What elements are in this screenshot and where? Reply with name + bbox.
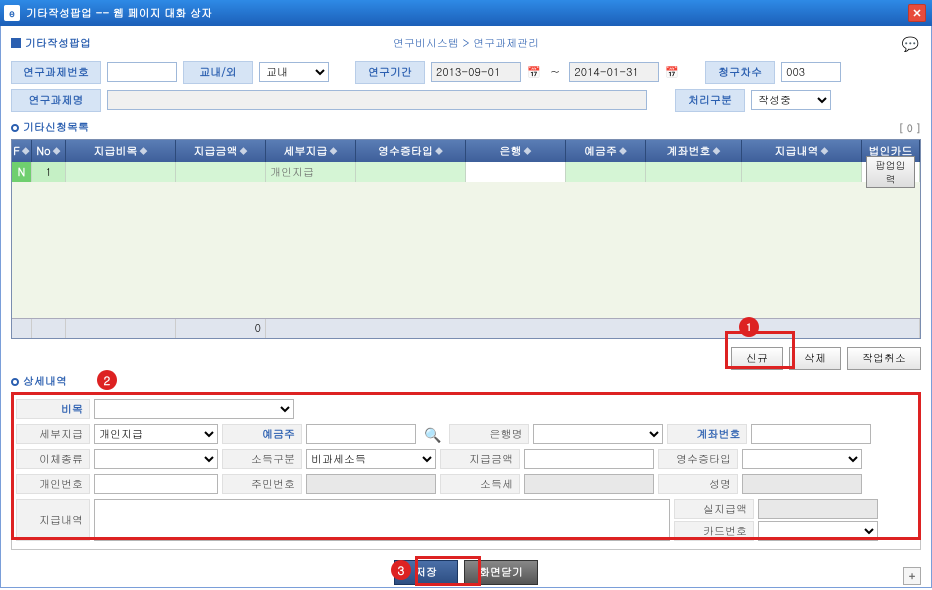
close-icon: ✕: [912, 6, 921, 21]
ie-icon: e: [4, 5, 20, 21]
desc-label: 지급내역: [16, 499, 90, 541]
amount-label: 지급금액: [440, 449, 520, 469]
search-icon[interactable]: 🔍: [420, 424, 445, 444]
ssn-input: [306, 474, 436, 494]
sub-pay-select[interactable]: 개인지급: [94, 424, 218, 444]
detail-form: 비목 세부지급 개인지급 예금주 🔍 은행명 계좌번호 이체종류 소득구분 비과…: [11, 393, 921, 550]
breadcrumb: 연구비시스템 > 연구과제관리: [393, 36, 539, 51]
window-titlebar: e 기타작성팝업 -- 웹 페이지 대화 상자 ✕: [0, 0, 932, 26]
receipt-type-select[interactable]: [742, 449, 862, 469]
amount-input[interactable]: [524, 449, 654, 469]
real-amount-input: [758, 499, 878, 519]
annotation-badge-3: 3: [391, 560, 411, 580]
title-bullet-icon: [11, 38, 21, 48]
grid-header: F◆ No◆ 지급비목◆ 지급금액◆ 세부지급◆ 영수증타입◆ 은행◆ 예금주◆…: [12, 140, 920, 162]
cell-amount: [176, 162, 266, 182]
bank-select[interactable]: [533, 424, 663, 444]
cell-item: [66, 162, 176, 182]
close-screen-button[interactable]: 화면닫기: [464, 560, 538, 585]
section-bullet-icon: [11, 378, 19, 386]
real-amount-label: 실지급액: [674, 499, 754, 519]
cell-flag: N: [12, 162, 32, 182]
annotation-badge-1: 1: [739, 317, 759, 337]
annotation-badge-2: 2: [97, 370, 117, 390]
name-input: [742, 474, 862, 494]
cancel-button[interactable]: 작업취소: [847, 347, 921, 370]
status-label: 처리구분: [675, 89, 745, 112]
col-receipt[interactable]: 영수증타입◆: [356, 140, 466, 162]
col-no[interactable]: No◆: [32, 140, 66, 162]
bill-seq-label: 청구차수: [705, 61, 775, 84]
expand-button[interactable]: +: [903, 567, 921, 585]
list-section-title: 기타신청목록: [23, 120, 89, 135]
holder-label: 예금주: [222, 424, 302, 444]
name-label: 성명: [658, 474, 738, 494]
ssn-label: 주민번호: [222, 474, 302, 494]
project-name-input: [107, 90, 647, 110]
window-close-button[interactable]: ✕: [908, 4, 926, 22]
footer-amount-total: 0: [176, 319, 266, 338]
col-desc[interactable]: 지급내역◆: [742, 140, 862, 162]
person-no-input[interactable]: [94, 474, 218, 494]
campus-select[interactable]: 교내: [259, 62, 329, 82]
cell-account: [646, 162, 742, 182]
income-type-select[interactable]: 비과세소득: [306, 449, 436, 469]
detail-section-title: 상세내역: [23, 374, 67, 389]
calendar-icon[interactable]: 📅: [665, 65, 679, 80]
request-grid: F◆ No◆ 지급비목◆ 지급금액◆ 세부지급◆ 영수증타입◆ 은행◆ 예금주◆…: [11, 139, 921, 339]
person-no-label: 개인번호: [16, 474, 90, 494]
item-label: 비목: [16, 399, 90, 419]
receipt-type-label: 영수증타입: [658, 449, 738, 469]
col-detail[interactable]: 세부지급◆: [266, 140, 356, 162]
cell-desc: [742, 162, 862, 182]
window-title: 기타작성팝업 -- 웹 페이지 대화 상자: [26, 6, 212, 21]
item-select[interactable]: [94, 399, 294, 419]
desc-textarea[interactable]: [94, 499, 670, 541]
delete-button[interactable]: 삭제: [789, 347, 841, 370]
section-bullet-icon: [11, 124, 19, 132]
income-type-label: 소득구분: [222, 449, 302, 469]
project-no-label: 연구과제번호: [11, 61, 101, 84]
project-name-label: 연구과제명: [11, 89, 101, 112]
tilde: ~: [547, 65, 564, 80]
grid-footer: 0: [12, 318, 920, 338]
col-item[interactable]: 지급비목◆: [66, 140, 176, 162]
tax-input: [524, 474, 654, 494]
period-label: 연구기간: [355, 61, 425, 84]
calendar-icon[interactable]: 📅: [527, 65, 541, 80]
period-to-input: [569, 62, 659, 82]
new-button[interactable]: 신규: [731, 347, 783, 370]
col-account[interactable]: 계좌번호◆: [646, 140, 742, 162]
comment-icon[interactable]: 💬: [902, 33, 919, 53]
bank-label: 은행명: [449, 424, 529, 444]
cell-bank: [466, 162, 566, 182]
holder-input[interactable]: [306, 424, 416, 444]
col-card[interactable]: 법인카드: [862, 140, 920, 162]
cell-no: 1: [32, 162, 66, 182]
col-holder[interactable]: 예금주◆: [566, 140, 646, 162]
cell-receipt: [356, 162, 466, 182]
col-f[interactable]: F◆: [12, 140, 32, 162]
page-title: 기타작성팝업: [25, 36, 91, 51]
cell-card: 팝업입력: [862, 162, 920, 182]
sub-pay-label: 세부지급: [16, 424, 90, 444]
account-label: 계좌번호: [667, 424, 747, 444]
status-select[interactable]: 작성중: [751, 90, 831, 110]
tax-label: 소득세: [440, 474, 520, 494]
card-no-select[interactable]: [758, 521, 878, 541]
bill-seq-input[interactable]: [781, 62, 841, 82]
col-bank[interactable]: 은행◆: [466, 140, 566, 162]
cell-detail: 개인지급: [266, 162, 356, 182]
period-from-input: [431, 62, 521, 82]
transfer-label: 이체종류: [16, 449, 90, 469]
table-row[interactable]: N 1 개인지급 팝업입력: [12, 162, 920, 182]
cell-holder: [566, 162, 646, 182]
project-no-input[interactable]: [107, 62, 177, 82]
transfer-select[interactable]: [94, 449, 218, 469]
account-input[interactable]: [751, 424, 871, 444]
col-amount[interactable]: 지급금액◆: [176, 140, 266, 162]
list-count: [ 0 ]: [899, 121, 921, 135]
campus-label: 교내/외: [183, 61, 253, 84]
card-no-label: 카드번호: [674, 521, 754, 541]
